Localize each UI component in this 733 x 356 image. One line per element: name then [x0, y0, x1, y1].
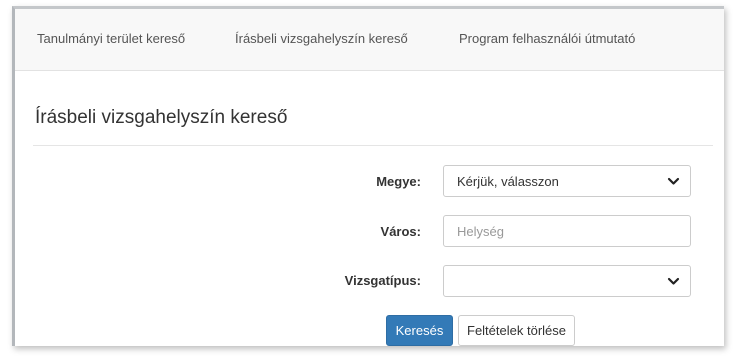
nav-item-user-guide[interactable]: Program felhasználói útmutató — [459, 31, 635, 46]
chevron-down-icon — [667, 177, 680, 185]
clear-filters-button[interactable]: Feltételek törlése — [458, 315, 575, 346]
chevron-down-icon — [667, 277, 680, 285]
city-input-placeholder: Helység — [457, 224, 504, 239]
county-label: Megye: — [376, 174, 421, 189]
exam-type-label: Vizsgatípus: — [344, 273, 421, 288]
nav-item-study-area-search[interactable]: Tanulmányi terület kereső — [37, 31, 185, 46]
city-label: Város: — [380, 224, 421, 239]
county-select-value: Kérjük, válasszon — [457, 174, 559, 189]
county-select[interactable]: Kérjük, válasszon — [443, 165, 691, 197]
city-input[interactable]: Helység — [443, 215, 691, 247]
top-navigation: Tanulmányi terület kereső Írásbeli vizsg… — [15, 9, 724, 71]
title-divider — [33, 145, 713, 146]
browser-window: Tanulmányi terület kereső Írásbeli vizsg… — [12, 6, 724, 346]
search-button[interactable]: Keresés — [386, 315, 453, 346]
exam-type-select[interactable] — [443, 265, 691, 297]
nav-item-exam-location-search[interactable]: Írásbeli vizsgahelyszín kereső — [235, 31, 408, 46]
page-title: Írásbeli vizsgahelyszín kereső — [35, 107, 288, 128]
